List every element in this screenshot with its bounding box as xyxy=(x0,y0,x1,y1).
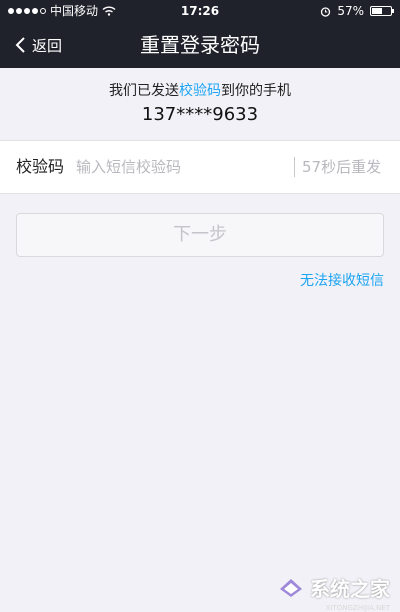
masked-phone-number: 137****9633 xyxy=(141,104,259,125)
page-title: 重置登录密码 xyxy=(140,33,260,57)
watermark-url: XITONGZHIJIA.NET xyxy=(325,604,390,612)
status-bar: 中国移动 17:26 57% xyxy=(0,0,400,22)
nav-bar: 返回 重置登录密码 xyxy=(0,22,400,68)
field-divider xyxy=(294,157,295,177)
next-step-button[interactable]: 下一步 xyxy=(16,213,384,257)
sent-message-suffix: 到你的手机 xyxy=(221,83,291,99)
resend-countdown[interactable]: 57秒后重发 xyxy=(302,141,381,193)
sent-message: 我们已发送校验码到你的手机 xyxy=(0,80,400,100)
cannot-receive-sms-link[interactable]: 无法接收短信 xyxy=(300,270,384,290)
sms-sent-info: 我们已发送校验码到你的手机 137****9633 xyxy=(0,68,400,138)
sent-message-prefix: 我们已发送 xyxy=(109,83,179,99)
verification-code-row: 校验码 57秒后重发 xyxy=(0,140,400,194)
battery-percent: 57% xyxy=(337,4,364,18)
watermark: 系统之家 XITONGZHIJIA.NET xyxy=(278,573,390,612)
verification-code-input[interactable] xyxy=(76,154,286,180)
verification-code-label: 校验码 xyxy=(16,157,65,176)
top-bar: 中国移动 17:26 57% 返回 重置登录密码 xyxy=(0,0,400,68)
alarm-icon xyxy=(321,6,331,17)
watermark-logo-icon xyxy=(280,578,302,597)
watermark-text: 系统之家 xyxy=(310,577,390,601)
battery-icon xyxy=(370,6,394,16)
status-right: 57% xyxy=(320,0,394,22)
sent-message-highlight: 校验码 xyxy=(179,83,221,99)
